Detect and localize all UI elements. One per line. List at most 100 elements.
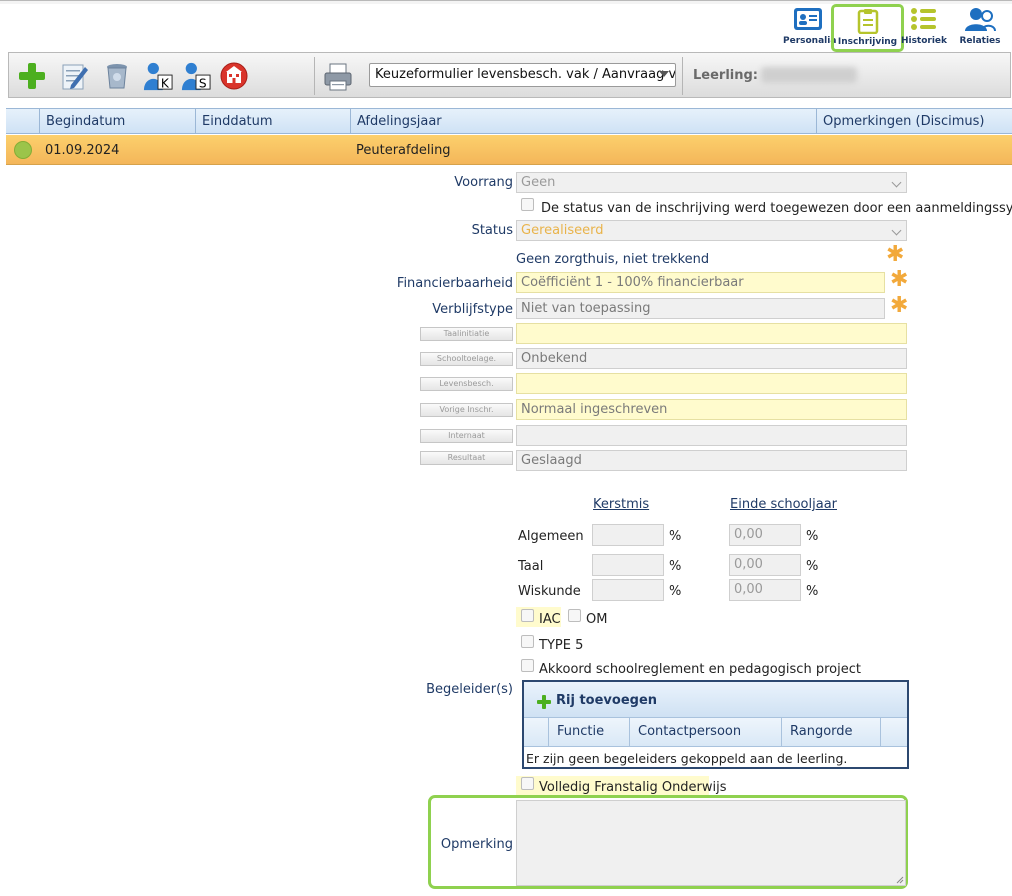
toolbar-separator <box>314 57 315 95</box>
wiskunde-einde-input[interactable]: 0,00 <box>729 579 801 601</box>
iac-checkbox[interactable] <box>521 609 534 622</box>
status-dot-icon <box>14 141 32 159</box>
levensbesch-button[interactable]: Levensbesch. <box>420 377 513 391</box>
resultaat-field[interactable]: Geslaagd <box>516 450 907 471</box>
kerstmis-column-header: Kerstmis <box>593 497 650 512</box>
financierbaarheid-label: Financierbaarheid <box>396 276 513 291</box>
akkoord-label: Akkoord schoolreglement en pedagogisch p… <box>539 662 861 677</box>
percent-sign: % <box>806 559 819 574</box>
nav-relaties[interactable]: Relaties <box>955 4 1005 52</box>
voorrang-select[interactable]: Geen <box>516 172 907 193</box>
begeleiders-header-extra <box>881 718 907 746</box>
verblijfstype-value: Niet van toepassing <box>521 301 651 316</box>
add-icon <box>537 695 551 709</box>
users-icon <box>965 8 996 32</box>
document-select-value: Keuzeformulier levensbesch. vak / Aanvra… <box>375 67 676 82</box>
list-icon <box>911 8 936 30</box>
score-row-label: Taal <box>518 559 544 574</box>
grid-header-opmerkingen[interactable]: Opmerkingen (Discimus) <box>817 109 1012 134</box>
aanmelding-checkbox-label: De status van de inschrijving werd toege… <box>541 201 1012 216</box>
grid-header-begindatum[interactable]: Begindatum <box>40 109 196 134</box>
algemeen-kerstmis-input[interactable] <box>592 524 664 546</box>
school-icon[interactable] <box>219 61 249 91</box>
voorrang-value: Geen <box>521 175 556 190</box>
nav-inschrijving[interactable]: Inschrijving <box>831 4 904 52</box>
type5-label: TYPE 5 <box>539 638 584 653</box>
nav-label: Inschrijving <box>837 37 898 47</box>
percent-sign: % <box>669 529 682 544</box>
frans-checkbox[interactable] <box>521 777 534 790</box>
edit-icon[interactable] <box>59 61 89 91</box>
resize-handle-icon[interactable] <box>896 876 904 884</box>
status-label: Status <box>471 223 513 238</box>
grid-header-afdelingsjaar[interactable]: Afdelingsjaar <box>351 109 817 134</box>
add-row-label: Rij toevoegen <box>556 693 658 708</box>
nav-label: Historiek <box>900 36 948 46</box>
begeleiders-header: Functie Contactpersoon Rangorde <box>524 718 907 747</box>
taalinitiatie-field[interactable] <box>516 323 907 344</box>
internaat-field[interactable] <box>516 425 907 446</box>
vorige-inschr-field[interactable]: Normaal ingeschreven <box>516 399 907 420</box>
document-select[interactable]: Keuzeformulier levensbesch. vak / Aanvra… <box>369 63 676 87</box>
vorige-inschr-value: Normaal ingeschreven <box>521 402 668 417</box>
taal-kerstmis-input[interactable] <box>592 554 664 576</box>
type5-checkbox[interactable] <box>521 635 534 648</box>
verblijfstype-field[interactable]: Niet van toepassing <box>516 298 885 319</box>
status-value: Gerealiseerd <box>521 223 604 238</box>
einde-schooljaar-column-header: Einde schooljaar <box>730 497 838 512</box>
taalinitiatie-button[interactable]: Taalinitiatie <box>420 327 513 341</box>
om-checkbox[interactable] <box>568 609 581 622</box>
iac-label: IAC <box>539 612 561 627</box>
begeleiders-empty-text: Er zijn geen begeleiders gekoppeld aan d… <box>526 751 848 766</box>
begeleiders-table: Rij toevoegen Functie Contactpersoon Ran… <box>522 680 909 769</box>
status-select[interactable]: Gerealiseerd <box>516 220 907 241</box>
begeleiders-header-contactpersoon[interactable]: Contactpersoon <box>630 718 782 746</box>
student-k-icon[interactable]: K <box>143 61 173 91</box>
schooltoelage-value: Onbekend <box>521 351 588 366</box>
grid-cell-begindatum: 01.09.2024 <box>45 143 120 158</box>
aanmelding-checkbox[interactable] <box>521 198 534 211</box>
resultaat-button[interactable]: Resultaat <box>420 451 513 465</box>
add-icon[interactable] <box>17 61 47 91</box>
grid-header: Begindatum Einddatum Afdelingsjaar Opmer… <box>6 108 1012 134</box>
opmerking-textarea[interactable] <box>516 800 906 886</box>
grid-cell-afdelingsjaar: Peuterafdeling <box>356 143 451 158</box>
delete-icon[interactable] <box>102 61 132 91</box>
zorgthuis-text: Geen zorgthuis, niet trekkend <box>516 252 710 267</box>
add-row-button[interactable]: Rij toevoegen <box>536 692 666 710</box>
begeleiders-header-functie[interactable]: Functie <box>549 718 630 746</box>
begeleiders-header-rangorde[interactable]: Rangorde <box>782 718 881 746</box>
algemeen-einde-input[interactable]: 0,00 <box>729 524 801 546</box>
nav-historiek[interactable]: Historiek <box>900 4 948 52</box>
percent-sign: % <box>669 559 682 574</box>
table-row[interactable]: 01.09.2024 Peuterafdeling <box>6 135 1012 165</box>
print-icon[interactable] <box>322 61 354 93</box>
levensbesch-field[interactable] <box>516 373 907 394</box>
internaat-button[interactable]: Internaat <box>420 429 513 443</box>
nav-label: Relaties <box>959 36 1001 46</box>
percent-sign: % <box>806 584 819 599</box>
nav-label: Personalia <box>783 36 837 46</box>
chevron-down-icon <box>891 225 902 236</box>
resultaat-value: Geslaagd <box>521 453 582 468</box>
grid-header-einddatum[interactable]: Einddatum <box>196 109 351 134</box>
opmerking-label: Opmerking <box>440 837 513 852</box>
toolbar: K S Keuzeformulier levensbesch. vak / Aa… <box>8 52 1011 98</box>
toolbar-separator <box>682 57 683 95</box>
svg-text:S: S <box>199 76 207 90</box>
percent-sign: % <box>806 529 819 544</box>
nav-personalia[interactable]: Personalia <box>783 4 837 52</box>
wiskunde-kerstmis-input[interactable] <box>592 579 664 601</box>
frans-label: Volledig Franstalig Onderwijs <box>539 780 727 795</box>
vorige-inschr-button[interactable]: Vorige Inschr. <box>420 403 513 417</box>
financierbaarheid-field[interactable]: Coëfficiënt 1 - 100% financierbaar <box>516 272 885 293</box>
student-s-icon[interactable]: S <box>181 61 211 91</box>
om-label: OM <box>586 612 608 627</box>
chevron-down-icon <box>659 71 669 77</box>
grid-header-indicator <box>6 109 40 134</box>
schooltoelage-field[interactable]: Onbekend <box>516 348 907 369</box>
taal-einde-input[interactable]: 0,00 <box>729 554 801 576</box>
akkoord-checkbox[interactable] <box>521 659 534 672</box>
schooltoelage-button[interactable]: Schooltoelage. <box>420 352 513 366</box>
financierbaarheid-value: Coëfficiënt 1 - 100% financierbaar <box>521 275 744 290</box>
